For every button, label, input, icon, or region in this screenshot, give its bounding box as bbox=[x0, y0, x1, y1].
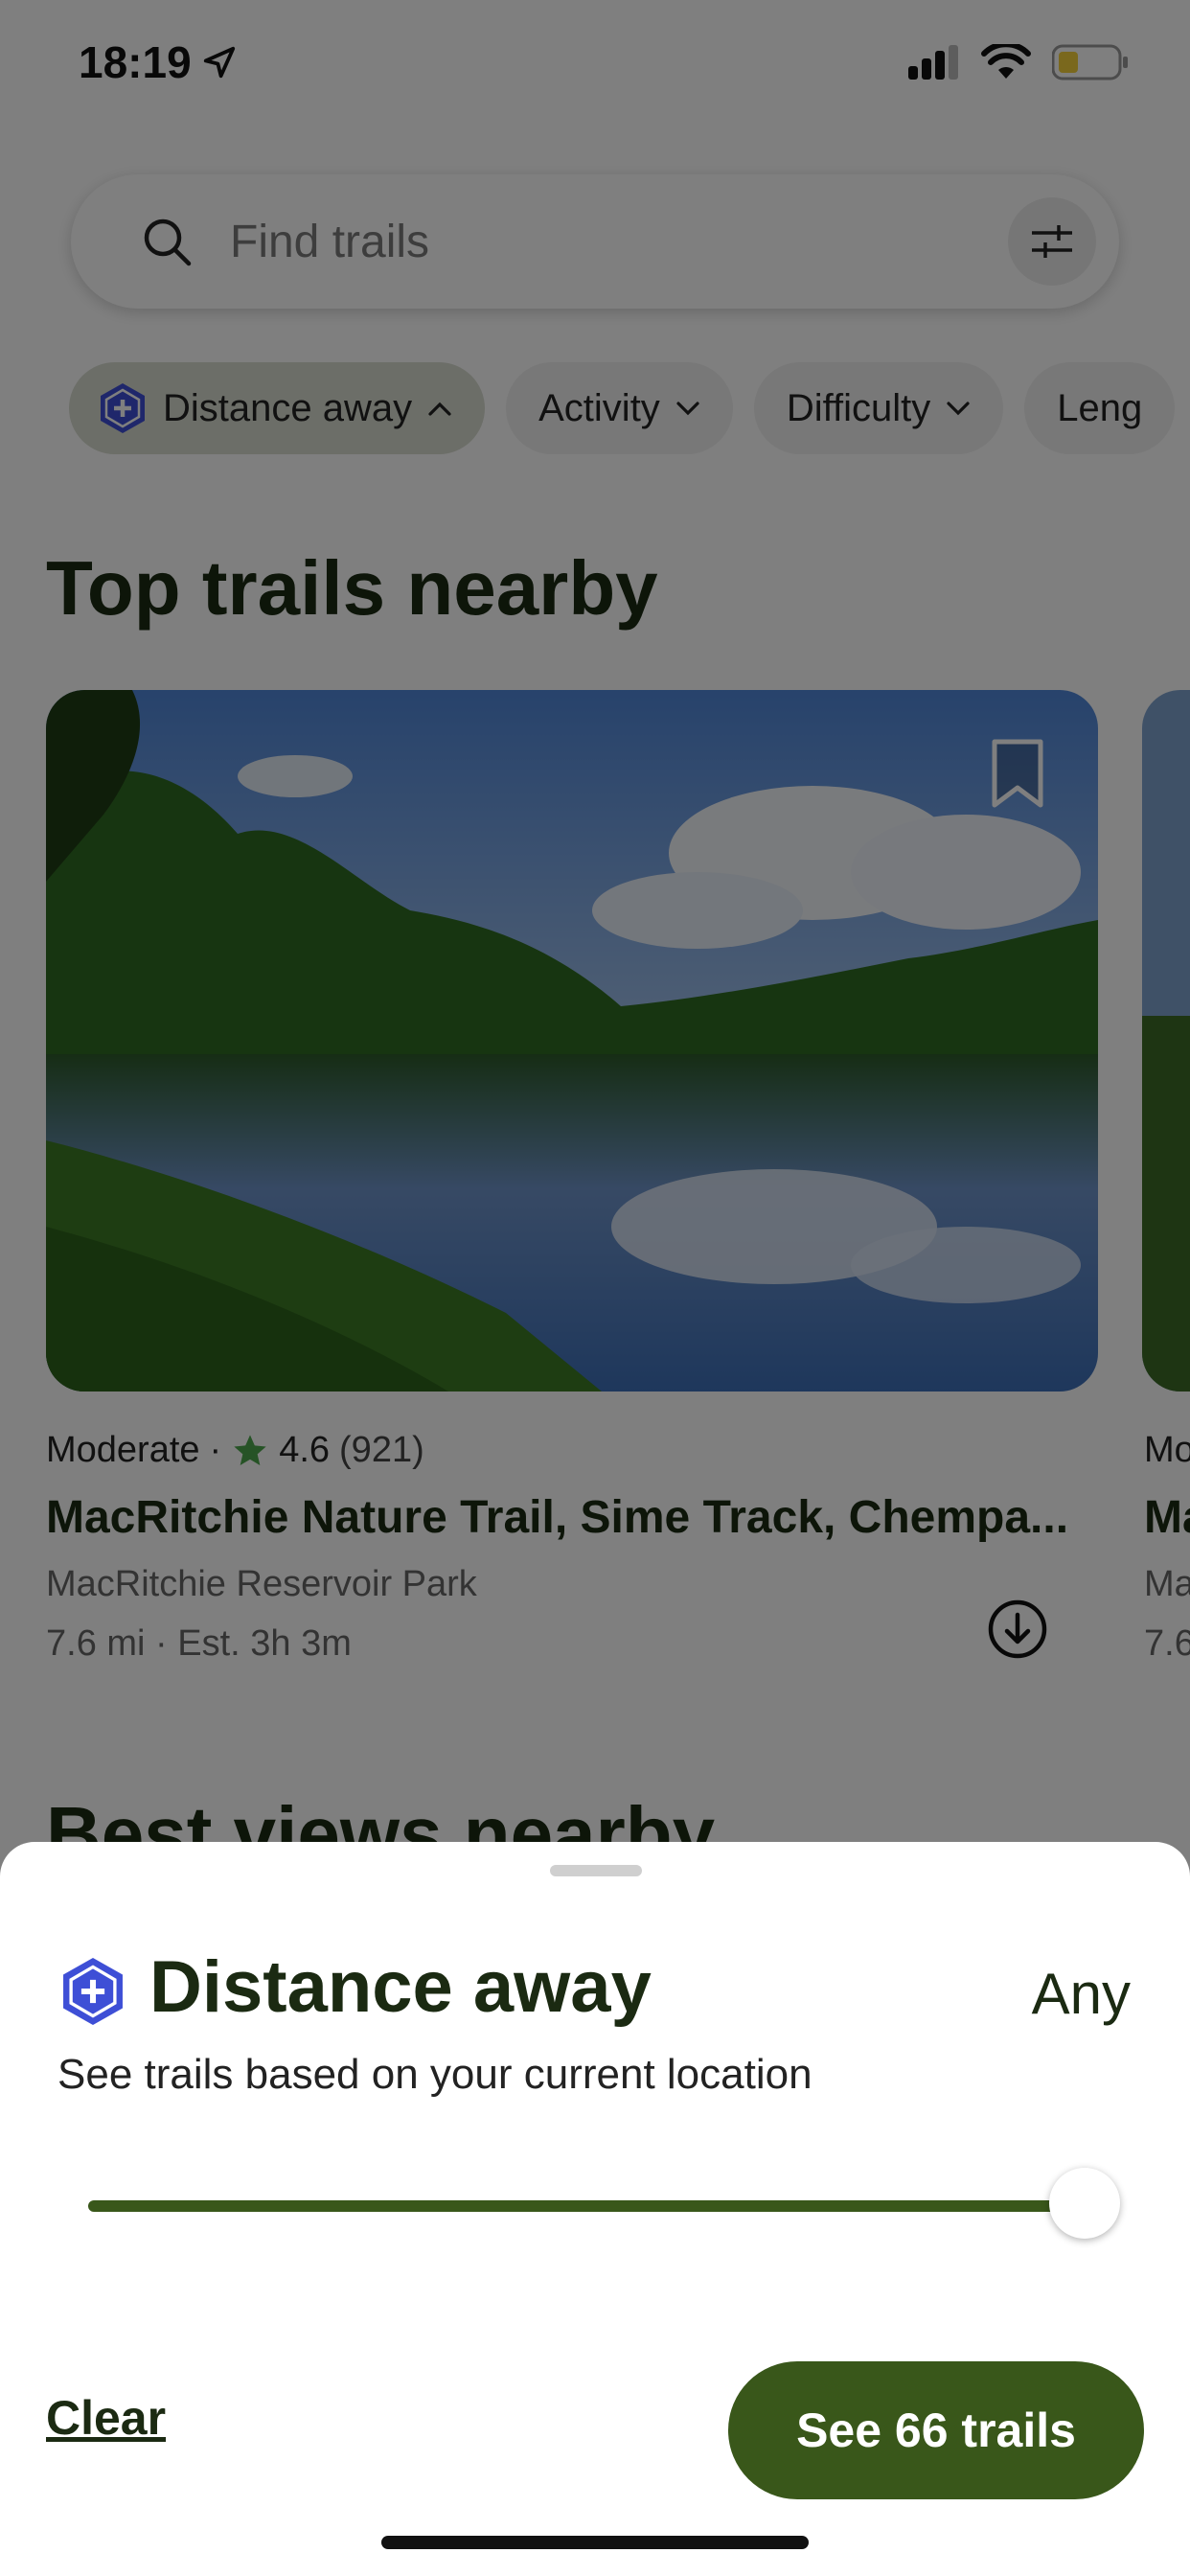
sheet-description: See trails based on your current locatio… bbox=[57, 2051, 812, 2098]
plus-badge-icon bbox=[63, 1958, 123, 2025]
distance-slider-thumb[interactable] bbox=[1049, 2168, 1120, 2239]
app-screen: 18:19 Fi bbox=[0, 0, 1190, 2576]
home-indicator bbox=[381, 2536, 809, 2549]
distance-filter-sheet: Distance away Any See trails based on yo… bbox=[0, 1842, 1190, 2576]
sheet-title: Distance away bbox=[149, 1946, 652, 2028]
distance-slider-track[interactable] bbox=[88, 2200, 1100, 2212]
distance-value: Any bbox=[1031, 1962, 1131, 2026]
sheet-drag-handle[interactable] bbox=[550, 1865, 642, 1876]
see-trails-button[interactable]: See 66 trails bbox=[728, 2361, 1144, 2499]
clear-button[interactable]: Clear bbox=[46, 2390, 166, 2446]
